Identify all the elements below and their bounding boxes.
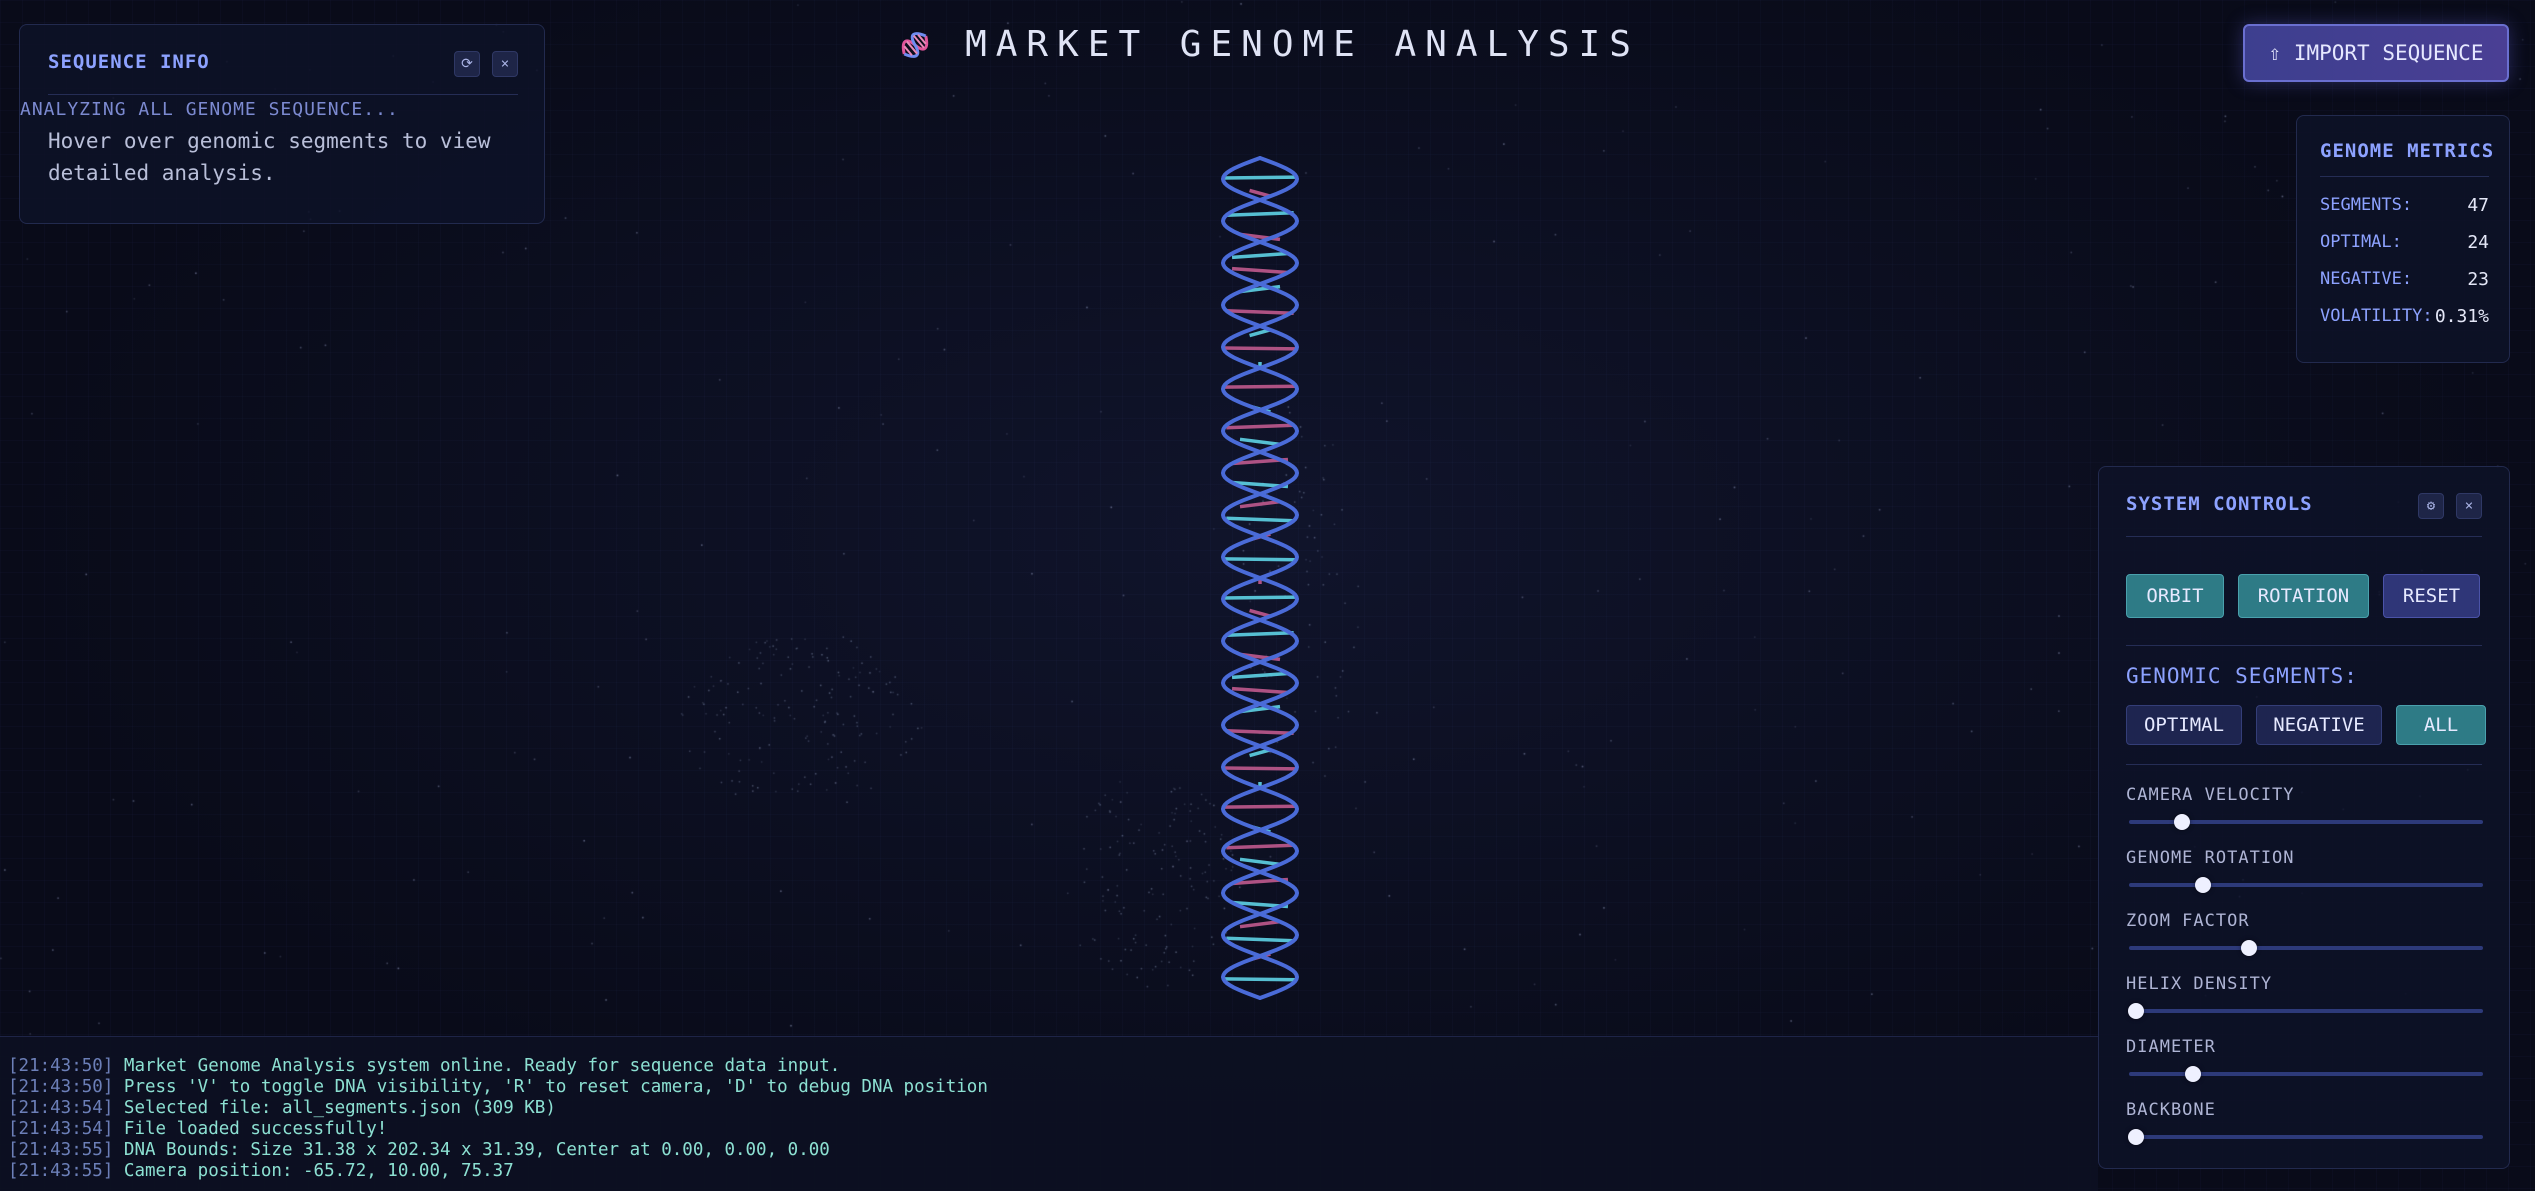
base-pair-rung[interactable] bbox=[1223, 384, 1297, 389]
helix-backbone-strand bbox=[1220, 156, 1300, 1000]
log-entry: [21:43:50] Market Genome Analysis system… bbox=[8, 1056, 841, 1076]
log-entry: [21:43:55] DNA Bounds: Size 31.38 x 202.… bbox=[8, 1140, 830, 1160]
slider-label-camera-velocity: CAMERA VELOCITY bbox=[2126, 785, 2295, 805]
segment-all-button[interactable]: ALL bbox=[2396, 705, 2486, 745]
slider-thumb[interactable] bbox=[2174, 814, 2191, 830]
base-pair-rung[interactable] bbox=[1226, 423, 1294, 430]
base-pair-rung[interactable] bbox=[1231, 671, 1289, 680]
slider-thumb[interactable] bbox=[2195, 877, 2212, 893]
settings-icon[interactable]: ⚙ bbox=[2418, 493, 2444, 519]
slider-diameter[interactable] bbox=[2129, 1066, 2483, 1082]
hover-hint: Hover over genomic segments to view deta… bbox=[48, 129, 491, 185]
slider-label-backbone: BACKBONE bbox=[2126, 1100, 2216, 1120]
slider-label-diameter: DIAMETER bbox=[2126, 1037, 2216, 1057]
sequence-info-panel: SEQUENCE INFO ⟳ × ANALYZING ALL GENOME S… bbox=[19, 24, 545, 224]
base-pair-rung[interactable] bbox=[1239, 499, 1281, 509]
base-pair-rung[interactable] bbox=[1226, 843, 1294, 850]
slider-helix-density[interactable] bbox=[2128, 1003, 2483, 1019]
analysis-status: ANALYZING ALL GENOME SEQUENCE... bbox=[20, 99, 399, 120]
import-sequence-button[interactable]: ⇧ IMPORT SEQUENCE bbox=[2243, 24, 2509, 82]
base-pair-rung[interactable] bbox=[1223, 595, 1297, 600]
slider-backbone[interactable] bbox=[2128, 1129, 2483, 1145]
metric-segments: SEGMENTS: 47 bbox=[2320, 195, 2489, 216]
slider-thumb[interactable] bbox=[2128, 1129, 2145, 1145]
orbit-button[interactable]: ORBIT bbox=[2126, 574, 2224, 618]
segment-negative-button[interactable]: NEGATIVE bbox=[2256, 705, 2382, 745]
base-pair-rung[interactable] bbox=[1231, 251, 1289, 260]
dna-icon bbox=[901, 31, 929, 58]
rotation-button[interactable]: ROTATION bbox=[2238, 574, 2369, 618]
slider-thumb[interactable] bbox=[2241, 940, 2258, 956]
base-pair-rung[interactable] bbox=[1231, 266, 1289, 275]
system-controls-title: SYSTEM CONTROLS bbox=[2126, 493, 2313, 515]
base-pair-rung[interactable] bbox=[1226, 728, 1294, 735]
log-entry: [21:43:50] Press 'V' to toggle DNA visib… bbox=[8, 1077, 988, 1097]
slider-label-helix-density: HELIX DENSITY bbox=[2126, 974, 2273, 994]
base-pair-rung[interactable] bbox=[1223, 977, 1297, 982]
slider-label-zoom-factor: ZOOM FACTOR bbox=[2126, 911, 2250, 931]
metric-negative: NEGATIVE: 23 bbox=[2320, 269, 2489, 290]
base-pair-rung[interactable] bbox=[1223, 346, 1297, 351]
slider-camera-velocity[interactable] bbox=[2129, 814, 2483, 830]
slider-thumb[interactable] bbox=[2184, 1066, 2201, 1082]
base-pair-rung[interactable] bbox=[1223, 804, 1297, 809]
system-controls-header: SYSTEM CONTROLS ⚙ × bbox=[2126, 493, 2482, 537]
slider-genome-rotation[interactable] bbox=[2129, 877, 2483, 893]
base-pair-rung[interactable] bbox=[1226, 936, 1294, 943]
close-icon[interactable]: × bbox=[2456, 493, 2482, 519]
base-pair-rung[interactable] bbox=[1226, 631, 1294, 638]
genome-metrics-title: GENOME METRICS bbox=[2320, 140, 2495, 162]
console-log: [21:43:50] Market Genome Analysis system… bbox=[0, 1036, 2098, 1191]
sequence-info-header: SEQUENCE INFO ⟳ × bbox=[48, 51, 518, 95]
page-title: MARKET GENOME ANALYSIS bbox=[965, 24, 1640, 65]
base-pair-rung[interactable] bbox=[1226, 308, 1294, 315]
slider-zoom-factor[interactable] bbox=[2129, 940, 2483, 956]
log-entry: [21:43:54] File loaded successfully! bbox=[8, 1119, 388, 1139]
segment-optimal-button[interactable]: OPTIMAL bbox=[2126, 705, 2242, 745]
base-pair-rung[interactable] bbox=[1231, 686, 1289, 695]
refresh-icon[interactable]: ⟳ bbox=[454, 51, 480, 77]
base-pair-rung[interactable] bbox=[1239, 437, 1281, 447]
genome-metrics-panel: GENOME METRICS SEGMENTS: 47 OPTIMAL: 24 … bbox=[2296, 115, 2510, 363]
sequence-info-title: SEQUENCE INFO bbox=[48, 51, 210, 73]
base-pair-rung[interactable] bbox=[1223, 766, 1297, 771]
base-pair-rung[interactable] bbox=[1223, 175, 1297, 180]
log-entry: [21:43:54] Selected file: all_segments.j… bbox=[8, 1098, 556, 1118]
base-pair-rung[interactable] bbox=[1223, 557, 1297, 562]
close-icon[interactable]: × bbox=[492, 51, 518, 77]
base-pair-rung[interactable] bbox=[1239, 857, 1281, 867]
log-entry: [21:43:55] Camera position: -65.72, 10.0… bbox=[8, 1161, 514, 1181]
base-pair-rung[interactable] bbox=[1226, 211, 1294, 218]
slider-label-genome-rotation: GENOME ROTATION bbox=[2126, 848, 2295, 868]
base-pair-rung[interactable] bbox=[1239, 919, 1281, 929]
slider-thumb[interactable] bbox=[2128, 1003, 2145, 1019]
reset-button[interactable]: RESET bbox=[2383, 574, 2480, 618]
base-pair-rung[interactable] bbox=[1226, 516, 1294, 523]
dna-helix[interactable] bbox=[1180, 150, 1360, 1010]
genomic-segments-label: GENOMIC SEGMENTS: bbox=[2126, 664, 2358, 688]
system-controls-panel: SYSTEM CONTROLS ⚙ × ORBIT ROTATION RESET… bbox=[2098, 466, 2510, 1169]
metric-volatility: VOLATILITY: 0.31% bbox=[2320, 306, 2489, 327]
metric-optimal: OPTIMAL: 24 bbox=[2320, 232, 2489, 253]
